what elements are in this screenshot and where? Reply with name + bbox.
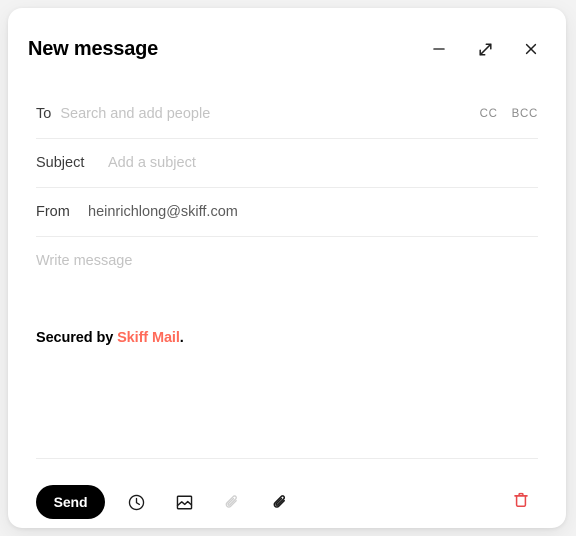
subject-label: Subject <box>36 155 85 171</box>
minimize-button[interactable] <box>428 38 450 60</box>
message-body-input[interactable]: Write message <box>36 237 538 271</box>
subject-field-row[interactable]: Subject Add a subject <box>36 139 538 188</box>
insert-image-button[interactable] <box>167 485 201 519</box>
attach-link-button[interactable] <box>215 485 249 519</box>
cc-bcc-group: CC BCC <box>480 108 538 120</box>
expand-diagonal-icon <box>477 41 494 58</box>
toolbar-icons <box>119 485 311 519</box>
schedule-send-button[interactable] <box>119 485 153 519</box>
expand-button[interactable] <box>474 38 496 60</box>
delete-draft-button[interactable] <box>506 487 536 517</box>
footer-divider <box>36 458 538 459</box>
minimize-icon <box>431 41 447 57</box>
compose-footer: Send <box>36 478 538 526</box>
from-field-row[interactable]: From heinrichlong@skiff.com <box>36 188 538 237</box>
page-title: New message <box>28 38 159 60</box>
compose-header: New message <box>8 8 566 90</box>
send-button[interactable]: Send <box>36 485 105 519</box>
signature: Secured by Skiff Mail. <box>36 271 538 346</box>
compose-window: New message To Search and add people CC … <box>8 8 566 528</box>
attach-file-button[interactable] <box>263 485 297 519</box>
cc-button[interactable]: CC <box>480 108 498 120</box>
to-input[interactable]: Search and add people <box>60 106 479 122</box>
paperclip-outline-icon <box>223 493 242 512</box>
from-address[interactable]: heinrichlong@skiff.com <box>88 204 538 220</box>
image-icon <box>175 493 194 512</box>
trash-icon <box>512 491 530 514</box>
close-icon <box>523 41 539 57</box>
window-controls <box>428 38 542 60</box>
skiff-mail-link[interactable]: Skiff Mail <box>117 330 180 346</box>
to-field-row[interactable]: To Search and add people CC BCC <box>36 90 538 139</box>
message-body-area[interactable]: Write message Secured by Skiff Mail. <box>36 237 538 453</box>
signature-suffix: . <box>179 329 184 346</box>
close-button[interactable] <box>520 38 542 60</box>
from-label: From <box>36 204 70 220</box>
to-label: To <box>36 106 52 122</box>
clock-icon <box>127 493 146 512</box>
paperclip-icon <box>271 493 290 512</box>
bcc-button[interactable]: BCC <box>512 108 538 120</box>
subject-input[interactable]: Add a subject <box>108 155 538 171</box>
signature-prefix: Secured by <box>36 329 118 346</box>
